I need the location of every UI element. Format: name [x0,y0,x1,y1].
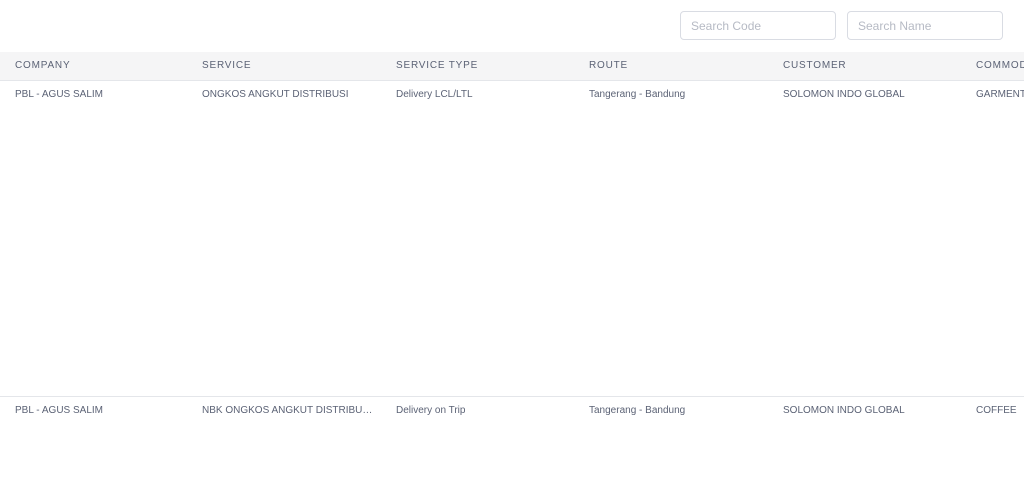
page: COMPANY SERVICE SERVICE TYPE ROUTE CUSTO… [0,0,1024,488]
cell-service: NBK ONGKOS ANGKUT DISTRIBUS... [202,405,374,416]
table-row[interactable]: PBL - AGUS SALIM ONGKOS ANGKUT DISTRIBUS… [0,81,1024,396]
cell-route: Tangerang - Bandung [589,89,686,100]
cell-customer: SOLOMON INDO GLOBAL [783,89,905,100]
cell-company: PBL - AGUS SALIM [15,405,103,416]
cell-service-type: Delivery LCL/LTL [396,89,473,100]
cell-route: Tangerang - Bandung [589,405,686,416]
table-header: COMPANY SERVICE SERVICE TYPE ROUTE CUSTO… [0,52,1024,81]
column-header-service-type[interactable]: SERVICE TYPE [396,52,576,80]
column-header-customer[interactable]: CUSTOMER [783,52,963,80]
column-header-route[interactable]: ROUTE [589,52,769,80]
cell-service: ONGKOS ANGKUT DISTRIBUSI [202,89,349,100]
table-row[interactable]: PBL - AGUS SALIM NBK ONGKOS ANGKUT DISTR… [0,396,1024,487]
cell-commodity: GARMENT [976,89,1024,100]
column-header-commodity[interactable]: COMMOD [976,52,1024,80]
search-name-input[interactable] [847,11,1003,40]
cell-customer: SOLOMON INDO GLOBAL [783,405,905,416]
data-table: COMPANY SERVICE SERVICE TYPE ROUTE CUSTO… [0,52,1024,487]
cell-service-type: Delivery on Trip [396,405,466,416]
search-code-input[interactable] [680,11,836,40]
column-header-company[interactable]: COMPANY [15,52,195,80]
cell-company: PBL - AGUS SALIM [15,89,103,100]
cell-commodity: COFFEE [976,405,1017,416]
search-bar [680,11,1024,41]
column-header-service[interactable]: SERVICE [202,52,374,80]
